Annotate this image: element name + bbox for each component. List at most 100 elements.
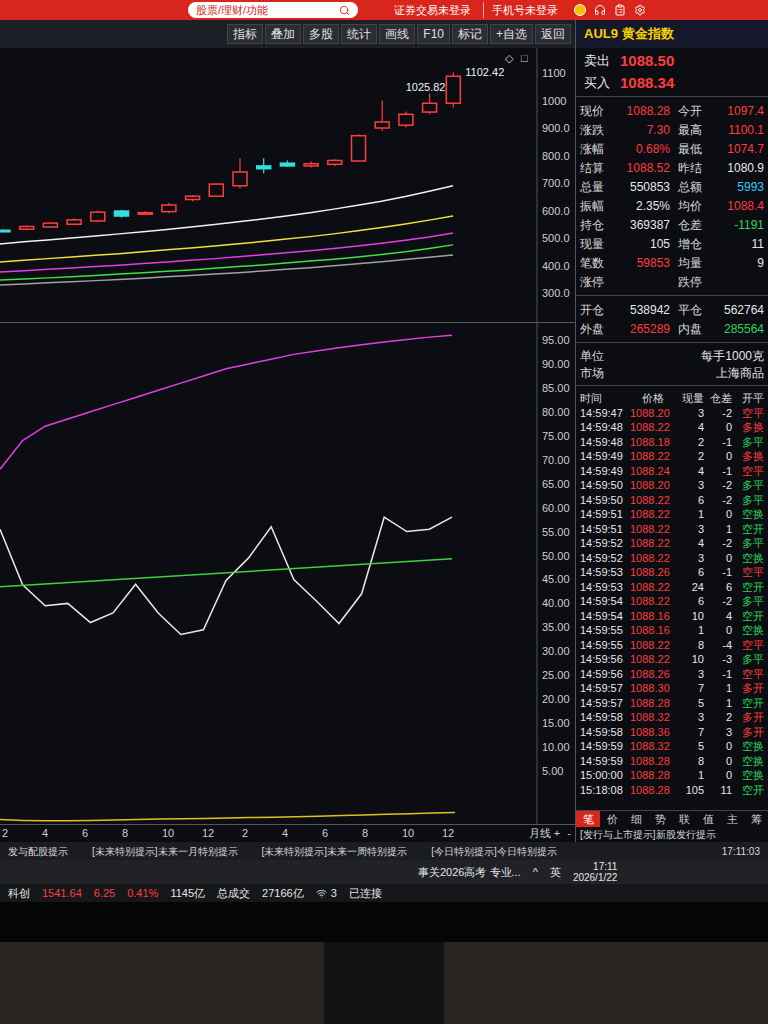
tick-row: 14:59:591088.3250空换 [580,740,764,755]
high-label: 1025.82 [406,81,446,93]
indicator-axis-label: 65.00 [542,478,570,490]
toolbar-button[interactable]: 多股 [303,24,339,44]
tray-toggle[interactable]: ^ [533,864,538,881]
toolbar-button[interactable]: 画线 [379,24,415,44]
indicator-axis-label: 25.00 [542,669,570,681]
indicator-axis-label: 55.00 [542,526,570,538]
period-label[interactable]: 月线 [529,825,551,842]
taskbar: 事关2026高考 专业... ^ 英 17:112026/1/22 [0,860,768,884]
candle [399,112,413,128]
monitor-bezel [0,902,768,942]
side-tab[interactable]: 联 [672,811,696,827]
toolbar-button[interactable]: 返回 [535,24,571,44]
support-icon[interactable] [594,4,606,16]
indicator-axis-label: 35.00 [542,621,570,633]
news-clock: 17:11:03 [722,844,760,859]
high-label: 1102.42 [465,66,504,78]
toolbar-button[interactable]: 指标 [227,24,263,44]
x-axis-label: 10 [160,825,200,842]
input-method[interactable]: 英 [550,864,561,881]
toolbar-button[interactable]: +自选 [490,24,533,44]
status-item: 1541.64 [42,885,82,902]
x-axis-label: 10 [400,825,440,842]
tick-row: 14:59:501088.226-2多平 [580,493,764,508]
side-tab[interactable]: 势 [648,811,672,827]
news-item[interactable]: [今日特别提示]今日特别提示 [431,844,557,859]
top-icons [574,4,646,16]
indicator-axis-label: 5.00 [542,765,563,777]
bid-ask-row: 卖出1088.50 [576,50,768,72]
tick-row: 14:59:581088.3673多开 [580,725,764,740]
indicator-axis-label: 10.00 [542,741,570,753]
tick-row: 14:59:541088.16104空开 [580,609,764,624]
search-icon [339,5,350,16]
price-axis-label: 600.0 [542,205,570,217]
side-tab[interactable]: 主 [720,811,744,827]
x-axis-label: 12 [440,825,480,842]
tick-row: 14:59:481088.2240多换 [580,421,764,436]
diamond-mark: ◇ [505,52,514,64]
candle [352,134,366,162]
quote-row: 现量105增仓11 [580,234,764,253]
toolbar-button[interactable]: 统计 [341,24,377,44]
news-bar: 发与配股提示 [未来特别提示]未来一月特别提示 [未来特别提示]未来一周特别提示 [今… [0,842,768,860]
price-axis-label: 900.0 [542,122,570,134]
phone-login-status[interactable]: 手机号未登录 [483,2,558,19]
tick-row: 15:00:001088.2810空换 [580,769,764,784]
toolbar-button[interactable]: F10 [417,24,450,44]
logo-icon[interactable] [574,4,586,16]
toolbar-button[interactable]: 标记 [452,24,488,44]
status-item: 总成交 [217,885,250,902]
candle [43,222,57,228]
status-item: 6.25 [94,885,115,902]
tick-row: 14:59:561088.263-1空平 [580,667,764,682]
tick-table: 时间价格现量仓差开平14:59:471088.203-2空平14:59:4810… [576,386,768,810]
side-tab[interactable]: 笔 [576,811,600,827]
tick-row: 14:59:571088.2851空开 [580,696,764,711]
taskbar-clock: 17:112026/1/22 [573,861,618,883]
x-axis-label: 6 [80,825,120,842]
candle [115,210,129,218]
tick-row: 15:18:081088.2810511空开 [580,783,764,798]
side-tab[interactable]: 值 [696,811,720,827]
moving-average-line [0,216,453,262]
price-axis-label: 400.0 [542,260,570,272]
tick-row: 14:59:511088.2210空换 [580,508,764,523]
app: 股票/理财/功能 证券交易未登录手机号未登录指标叠加多股统计画线F10标记+自选返… [0,0,768,1024]
indicator-axis-label: 20.00 [542,693,570,705]
trade-login-status[interactable]: 证券交易未登录 [394,2,471,19]
candle [209,183,223,197]
news-item[interactable]: 发与配股提示 [8,844,68,859]
side-tab[interactable]: 价 [600,811,624,827]
quote-row: 涨停跌停 [580,272,764,291]
candle [375,101,389,131]
news-item[interactable]: [未来特别提示]未来一月特别提示 [92,844,238,859]
zoom-button[interactable]: + [551,825,563,842]
candle [67,218,81,225]
news-item[interactable]: [未来特别提示]未来一周特别提示 [262,844,408,859]
quote-row: 振幅2.35%均价1088.4 [580,196,764,215]
desk [0,942,768,1024]
status-item: 0.41% [127,885,158,902]
notes-icon[interactable] [614,4,626,16]
quote-row: 持仓369387仓差-1191 [580,215,764,234]
candle [138,211,152,214]
tick-row: 14:59:501088.203-2多平 [580,479,764,494]
side-tab[interactable]: 筹 [744,811,768,827]
instrument-title: AUL9 黄金指数 [576,20,768,48]
search-box[interactable]: 股票/理财/功能 [188,2,358,18]
tick-row: 14:59:581088.3232多开 [580,711,764,726]
tick-row: 14:59:571088.3071多开 [580,682,764,697]
indicator-axis-label: 45.00 [542,573,570,585]
tick-row: 14:59:541088.226-2多平 [580,595,764,610]
taskbar-notification[interactable]: 事关2026高考 专业... [418,864,521,881]
toolbar-button[interactable]: 叠加 [265,24,301,44]
price-axis-label: 300.0 [542,287,570,299]
x-axis-label: 4 [40,825,80,842]
status-item: 已连接 [349,885,382,902]
moving-average-line [0,186,453,244]
price-axis-label: 700.0 [542,177,570,189]
zoom-button[interactable]: - [563,825,575,842]
gear-icon[interactable] [634,4,646,16]
side-tab[interactable]: 细 [624,811,648,827]
